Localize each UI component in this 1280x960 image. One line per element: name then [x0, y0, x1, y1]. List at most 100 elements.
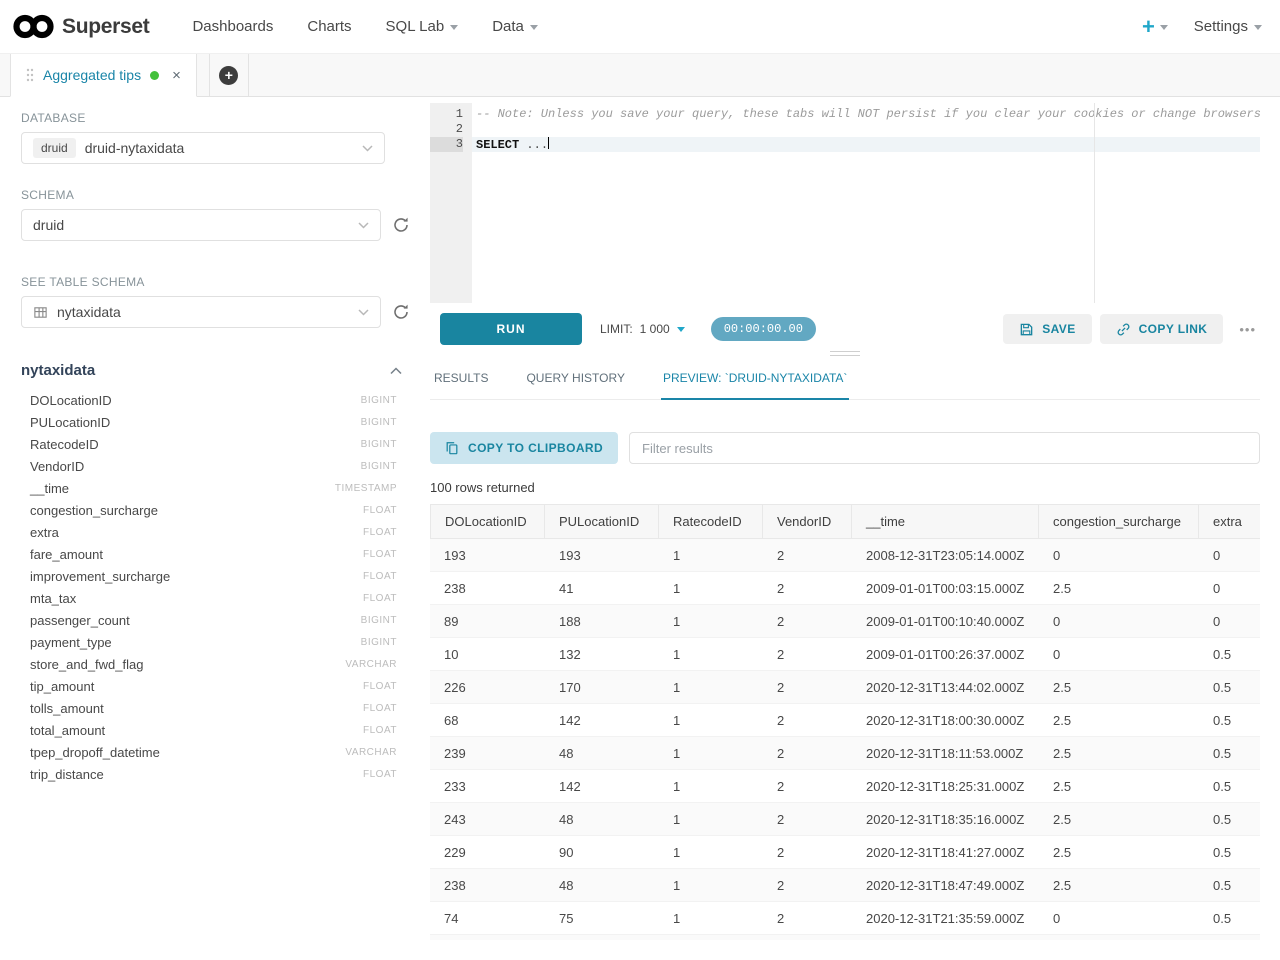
new-query-tab-button[interactable]: + [209, 54, 249, 96]
schema-column-row[interactable]: trip_distanceFLOAT [21, 763, 397, 785]
editor-toolbar: RUN LIMIT: 1 000 00:00:00.00 SAVE [430, 313, 1260, 345]
schema-column-row[interactable]: RatecodeIDBIGINT [21, 433, 397, 455]
column-header-DOLocationID[interactable]: DOLocationID [430, 504, 545, 539]
schema-column-row[interactable]: tpep_dropoff_datetimeVARCHAR [21, 741, 397, 763]
column-name: VendorID [30, 459, 84, 474]
table-cell: 239 [430, 737, 545, 769]
table-cell: 2.5 [1039, 671, 1199, 703]
schema-select[interactable]: druid [21, 209, 381, 241]
schema-column-row[interactable]: tolls_amountFLOAT [21, 697, 397, 719]
table-cell: 2 [763, 803, 852, 835]
column-header-extra[interactable]: extra [1199, 504, 1260, 539]
save-button[interactable]: SAVE [1003, 314, 1091, 344]
table-cell: 2008-12-31T23:05:14.000Z [852, 539, 1039, 571]
run-button[interactable]: RUN [440, 313, 582, 345]
superset-logo-icon [12, 13, 56, 40]
query-tab-aggregated-tips[interactable]: Aggregated tips × [10, 54, 197, 97]
table-schema-header[interactable]: nytaxidata [21, 362, 410, 379]
table-cell: 243 [545, 935, 659, 940]
schema-column-row[interactable]: congestion_surchargeFLOAT [21, 499, 397, 521]
table-cell: 41 [545, 572, 659, 604]
table-cell: 1 [659, 737, 763, 769]
table-cell: 2.5 [1039, 935, 1199, 940]
column-type: FLOAT [363, 505, 397, 516]
sql-text: ... [519, 138, 548, 152]
settings-menu-button[interactable]: Settings [1194, 18, 1262, 35]
table-select[interactable]: nytaxidata [21, 296, 381, 328]
refresh-table-button[interactable] [392, 303, 410, 321]
tab-preview-druid-nytaxidata[interactable]: PREVIEW: `DRUID-NYTAXIDATA` [661, 361, 849, 400]
table-cell: 89 [430, 605, 545, 637]
sql-editor[interactable]: 1 2 3 -- Note: Unless you save your quer… [430, 103, 1260, 303]
column-name: fare_amount [30, 547, 103, 562]
column-header-congestion_surcharge[interactable]: congestion_surcharge [1039, 504, 1199, 539]
sql-lab-sidebar: DATABASE druid druid-nytaxidata SCHEMA d… [0, 97, 430, 960]
column-header-RatecodeID[interactable]: RatecodeID [659, 504, 763, 539]
pane-splitter-handle[interactable] [430, 345, 1260, 361]
copy-to-clipboard-button[interactable]: COPY TO CLIPBOARD [430, 432, 618, 464]
code-line-1: -- Note: Unless you save your query, the… [472, 107, 1260, 122]
nav-item-label: Dashboards [192, 18, 273, 35]
schema-column-row[interactable]: extraFLOAT [21, 521, 397, 543]
nav-item-data[interactable]: Data [492, 18, 538, 35]
column-header-PULocationID[interactable]: PULocationID [545, 504, 659, 539]
schema-column-row[interactable]: mta_taxFLOAT [21, 587, 397, 609]
results-table-header: DOLocationIDPULocationIDRatecodeIDVendor… [430, 504, 1260, 539]
table-cell: 68 [430, 704, 545, 736]
table-cell: 2 [763, 572, 852, 604]
table-cell: 2009-01-01T00:26:37.000Z [852, 638, 1039, 670]
table-cell: 2 [763, 935, 852, 940]
table-cell: 2 [763, 869, 852, 901]
table-cell: 0 [1039, 902, 1199, 934]
schema-column-row[interactable]: VendorIDBIGINT [21, 455, 397, 477]
database-select[interactable]: druid druid-nytaxidata [21, 132, 385, 164]
schema-column-row[interactable]: __timeTIMESTAMP [21, 477, 397, 499]
chevron-down-icon [450, 25, 458, 30]
table-row: 22990122020-12-31T18:41:27.000Z2.50.5 [430, 836, 1260, 869]
schema-column-row[interactable]: total_amountFLOAT [21, 719, 397, 741]
schema-column-row[interactable]: PULocationIDBIGINT [21, 411, 397, 433]
filter-results-input[interactable] [629, 432, 1260, 464]
editor-code-area[interactable]: -- Note: Unless you save your query, the… [472, 103, 1260, 303]
drag-grip-icon[interactable] [26, 68, 34, 82]
more-options-button[interactable]: ••• [1231, 322, 1260, 337]
table-cell: 2020-12-31T18:11:53.000Z [852, 737, 1039, 769]
nav-item-dashboards[interactable]: Dashboards [192, 18, 273, 35]
refresh-schema-button[interactable] [392, 216, 410, 234]
superset-brand[interactable]: Superset [12, 13, 149, 40]
south-pane-tabs: RESULTS QUERY HISTORY PREVIEW: `DRUID-NY… [430, 361, 1260, 400]
close-icon[interactable]: × [172, 68, 181, 83]
code-line-3: SELECT ... [472, 137, 1260, 152]
nav-item-charts[interactable]: Charts [307, 18, 351, 35]
column-header-VendorID[interactable]: VendorID [763, 504, 852, 539]
table-cell: 75 [545, 902, 659, 934]
top-navbar: Superset Dashboards Charts SQL Lab Data … [0, 0, 1280, 54]
schema-column-row[interactable]: payment_typeBIGINT [21, 631, 397, 653]
column-header-__time[interactable]: __time [852, 504, 1039, 539]
chevron-down-icon [358, 309, 369, 316]
table-cell: 242 [430, 935, 545, 940]
tab-query-history[interactable]: QUERY HISTORY [524, 361, 626, 399]
limit-dropdown[interactable]: LIMIT: 1 000 [600, 322, 685, 336]
table-cell: 48 [545, 869, 659, 901]
nav-item-sql-lab[interactable]: SQL Lab [386, 18, 459, 35]
table-cell: 1 [659, 704, 763, 736]
schema-column-row[interactable]: store_and_fwd_flagVARCHAR [21, 653, 397, 675]
chevron-down-icon [358, 222, 369, 229]
table-row: 68142122020-12-31T18:00:30.000Z2.50.5 [430, 704, 1260, 737]
column-type: FLOAT [363, 681, 397, 692]
table-row: 242243122020-12-31T21:46:18.000Z2.50.5 [430, 935, 1260, 940]
table-cell: 0 [1039, 638, 1199, 670]
table-cell: 2 [763, 836, 852, 868]
table-cell: 238 [430, 572, 545, 604]
table-cell: 0.5 [1199, 671, 1260, 703]
schema-column-row[interactable]: fare_amountFLOAT [21, 543, 397, 565]
copy-link-button[interactable]: COPY LINK [1100, 314, 1224, 344]
schema-column-row[interactable]: improvement_surchargeFLOAT [21, 565, 397, 587]
schema-column-row[interactable]: tip_amountFLOAT [21, 675, 397, 697]
copy-link-label: COPY LINK [1139, 322, 1208, 336]
schema-column-row[interactable]: passenger_countBIGINT [21, 609, 397, 631]
tab-results[interactable]: RESULTS [432, 361, 490, 399]
new-item-menu-button[interactable]: + [1142, 16, 1168, 38]
schema-column-row[interactable]: DOLocationIDBIGINT [21, 389, 397, 411]
